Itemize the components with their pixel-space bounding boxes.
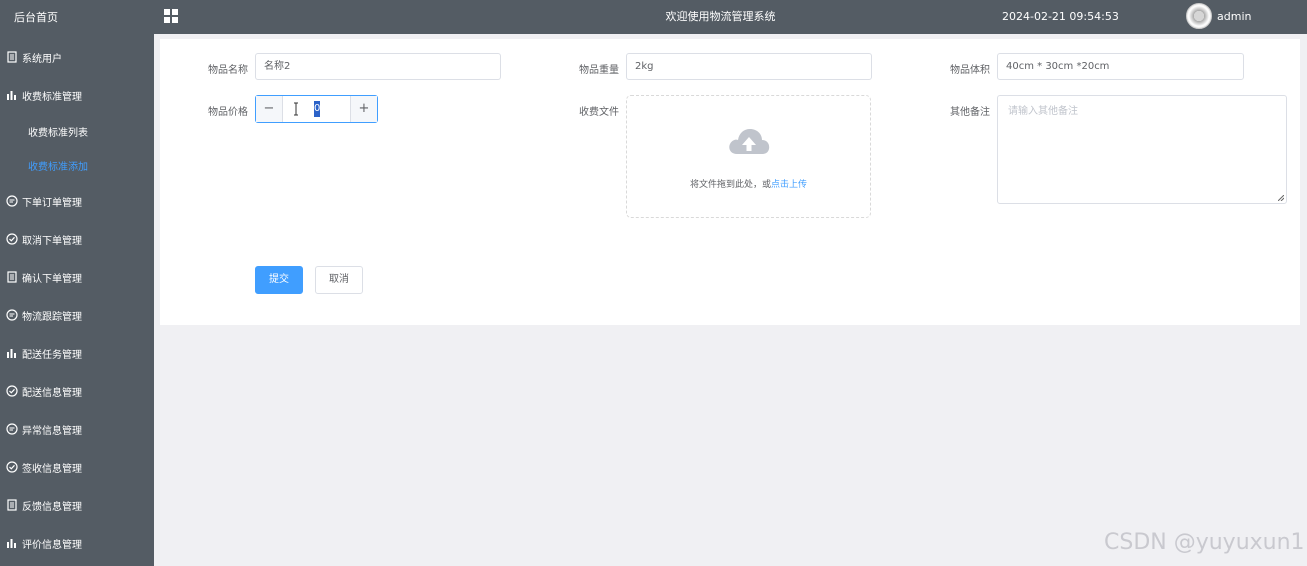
fee-file-label: 收费文件 xyxy=(579,107,619,118)
sidebar-item-confirm-orders[interactable]: 确认下单管理 xyxy=(0,258,154,296)
chat-icon xyxy=(5,195,18,208)
item-price-label: 物品价格 xyxy=(208,107,248,118)
form-card: 物品名称 名称2 物品重量 2kg 物品体积 40cm * 30cm *20cm… xyxy=(160,39,1300,325)
sidebar-item-label: 异常信息管理 xyxy=(22,425,82,437)
sidebar-item-label: 取消下单管理 xyxy=(22,235,82,247)
top-header: 欢迎使用物流管理系统 2024-02-21 09:54:53 admin xyxy=(154,0,1307,34)
item-price-stepper[interactable]: − 0 + xyxy=(255,95,378,123)
check-circle-icon xyxy=(5,233,18,246)
sidebar-item-receipts[interactable]: 签收信息管理 xyxy=(0,448,154,486)
price-value[interactable]: 0 xyxy=(314,101,320,117)
sidebar-item-label: 下单订单管理 xyxy=(22,197,82,209)
sidebar-item-label: 配送信息管理 xyxy=(22,387,82,399)
header-username[interactable]: admin xyxy=(1217,0,1251,34)
text-cursor-icon xyxy=(294,102,298,116)
file-upload-dropzone[interactable]: 将文件拖到此处，或点击上传 xyxy=(626,95,871,218)
header-title-text: 欢迎使用物流管理系统 xyxy=(665,10,776,23)
watermark: CSDN @yuyuxun1 xyxy=(1104,530,1305,555)
sidebar-item-label: 确认下单管理 xyxy=(22,273,82,285)
sidebar-item-delivery-info[interactable]: 配送信息管理 xyxy=(0,372,154,410)
sidebar-item-label: 签收信息管理 xyxy=(22,463,82,475)
decrement-button[interactable]: − xyxy=(256,96,283,122)
submit-button[interactable]: 提交 xyxy=(255,266,303,294)
sidebar-item-label: 配送任务管理 xyxy=(22,349,82,361)
upload-link[interactable]: 点击上传 xyxy=(771,180,807,190)
header-title: 欢迎使用物流管理系统 xyxy=(154,0,1307,34)
item-name-label: 物品名称 xyxy=(208,65,248,76)
sidebar-item-label: 收费标准管理 xyxy=(22,91,82,103)
bar-chart-icon xyxy=(5,89,18,102)
sidebar-item-logistics-tracking[interactable]: 物流跟踪管理 xyxy=(0,296,154,334)
sidebar-subitem-fee-list[interactable]: 收费标准列表 xyxy=(0,114,154,148)
remark-textarea[interactable]: 请输入其他备注 xyxy=(997,95,1287,204)
document-icon xyxy=(5,271,18,284)
resize-handle-icon[interactable] xyxy=(1278,195,1284,201)
item-name-input[interactable]: 名称2 xyxy=(255,53,501,80)
check-circle-icon xyxy=(5,461,18,474)
sidebar-item-label: 评价信息管理 xyxy=(22,539,82,551)
sidebar-subitem-label: 收费标准列表 xyxy=(28,127,88,139)
remark-label: 其他备注 xyxy=(950,107,990,118)
check-circle-icon xyxy=(5,385,18,398)
cloud-upload-icon xyxy=(729,129,770,154)
item-weight-input[interactable]: 2kg xyxy=(626,53,872,80)
document-icon xyxy=(5,51,18,64)
remark-placeholder: 请输入其他备注 xyxy=(1008,106,1078,117)
item-weight-label: 物品重量 xyxy=(579,65,619,76)
sidebar-item-cancel-orders[interactable]: 取消下单管理 xyxy=(0,220,154,258)
item-volume-input[interactable]: 40cm * 30cm *20cm xyxy=(997,53,1244,80)
sidebar-item-reviews[interactable]: 评价信息管理 xyxy=(0,524,154,562)
sidebar-subitem-label: 收费标准添加 xyxy=(28,161,88,173)
cancel-button[interactable]: 取消 xyxy=(315,266,363,294)
sidebar: 后台首页 系统用户 收费标准管理 收费标准列表 收费标准添加 下单订单管理 取消… xyxy=(0,0,154,566)
upload-hint-text: 将文件拖到此处，或 xyxy=(689,180,771,190)
sidebar-item-exceptions[interactable]: 异常信息管理 xyxy=(0,410,154,448)
bar-chart-icon xyxy=(5,537,18,550)
sidebar-subitem-fee-add[interactable]: 收费标准添加 xyxy=(0,148,154,182)
upload-hint: 将文件拖到此处，或点击上传 xyxy=(627,177,870,190)
item-volume-label: 物品体积 xyxy=(950,65,990,76)
header-datetime: 2024-02-21 09:54:53 xyxy=(1002,10,1119,23)
sidebar-item-label: 反馈信息管理 xyxy=(22,501,82,513)
chat-icon xyxy=(5,423,18,436)
sidebar-item-delivery-tasks[interactable]: 配送任务管理 xyxy=(0,334,154,372)
avatar[interactable] xyxy=(1186,3,1212,29)
increment-button[interactable]: + xyxy=(350,96,377,122)
sidebar-item-feedback[interactable]: 反馈信息管理 xyxy=(0,486,154,524)
sidebar-home-link[interactable]: 后台首页 xyxy=(0,0,154,36)
sidebar-item-orders[interactable]: 下单订单管理 xyxy=(0,182,154,220)
sidebar-item-system-users[interactable]: 系统用户 xyxy=(0,38,154,76)
sidebar-item-label: 系统用户 xyxy=(22,53,62,65)
sidebar-item-fee-standard[interactable]: 收费标准管理 xyxy=(0,76,154,114)
sidebar-item-label: 物流跟踪管理 xyxy=(22,311,82,323)
bar-chart-icon xyxy=(5,347,18,360)
document-icon xyxy=(5,499,18,512)
chat-icon xyxy=(5,309,18,322)
